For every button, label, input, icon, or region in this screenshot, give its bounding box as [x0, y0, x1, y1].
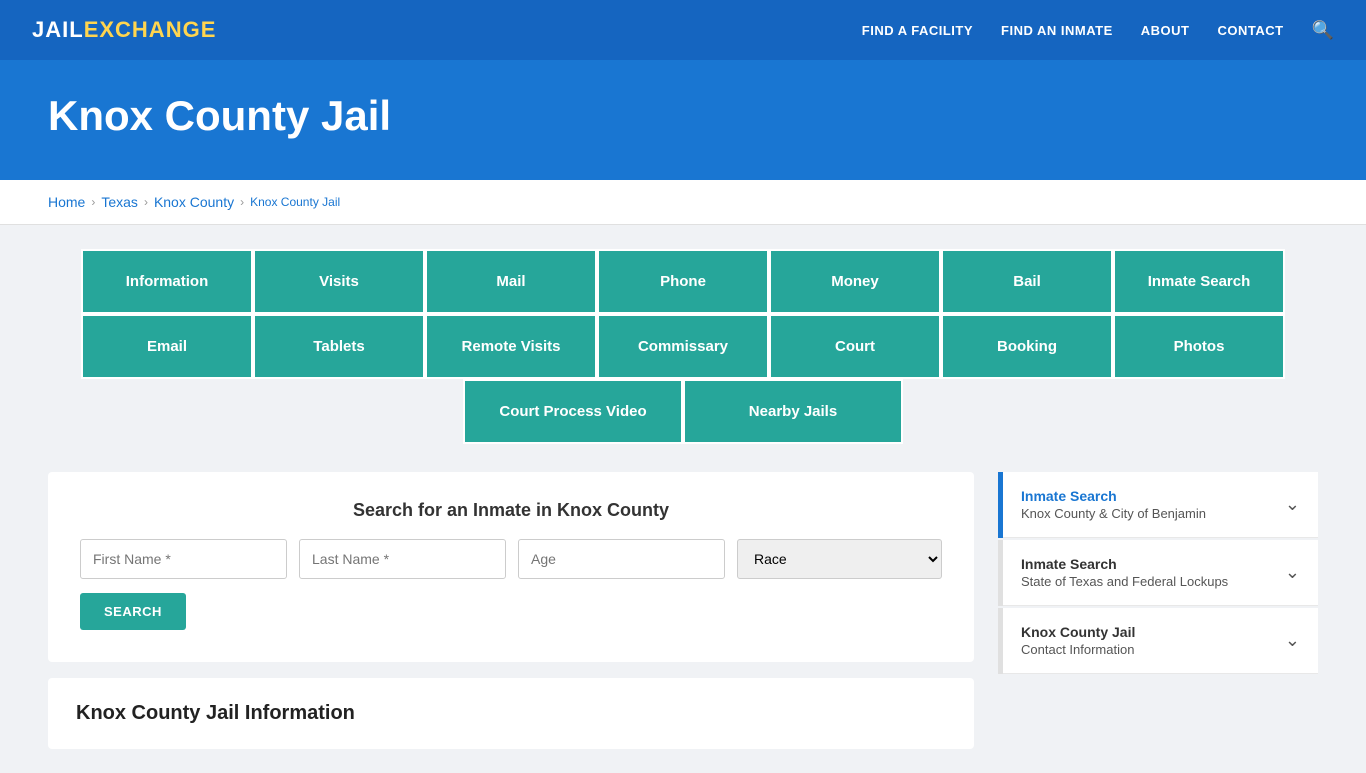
btn-photos[interactable]: Photos — [1113, 314, 1285, 379]
btn-court[interactable]: Court — [769, 314, 941, 379]
btn-money[interactable]: Money — [769, 249, 941, 314]
btn-phone[interactable]: Phone — [597, 249, 769, 314]
btn-mail[interactable]: Mail — [425, 249, 597, 314]
breadcrumb-current: Knox County Jail — [250, 195, 340, 209]
sidebar-card-contact-info: Knox County Jail Contact Information ⌄ — [998, 608, 1318, 674]
btn-row-2: Email Tablets Remote Visits Commissary C… — [48, 314, 1318, 379]
logo[interactable]: JAILEXCHANGE — [32, 17, 216, 43]
nav-links: FIND A FACILITY FIND AN INMATE ABOUT CON… — [862, 20, 1334, 41]
breadcrumb-sep-3: › — [240, 195, 244, 209]
inmate-search-box: Search for an Inmate in Knox County Race… — [48, 472, 974, 662]
btn-inmate-search[interactable]: Inmate Search — [1113, 249, 1285, 314]
search-icon[interactable]: 🔍 — [1312, 20, 1334, 41]
btn-information[interactable]: Information — [81, 249, 253, 314]
last-name-input[interactable] — [299, 539, 506, 579]
nav-find-inmate[interactable]: FIND AN INMATE — [1001, 23, 1113, 38]
btn-visits[interactable]: Visits — [253, 249, 425, 314]
sidebar-card-subtitle-knox: Knox County & City of Benjamin — [1021, 506, 1206, 521]
chevron-down-icon: ⌄ — [1285, 494, 1300, 515]
left-panel: Search for an Inmate in Knox County Race… — [48, 472, 974, 749]
btn-row-3: Court Process Video Nearby Jails — [48, 379, 1318, 444]
btn-nearby-jails[interactable]: Nearby Jails — [683, 379, 903, 444]
btn-email[interactable]: Email — [81, 314, 253, 379]
chevron-down-icon-2: ⌄ — [1285, 562, 1300, 583]
sidebar-card-title-knox: Inmate Search — [1021, 488, 1206, 504]
btn-commissary[interactable]: Commissary — [597, 314, 769, 379]
btn-court-process-video[interactable]: Court Process Video — [463, 379, 683, 444]
breadcrumb-home[interactable]: Home — [48, 194, 85, 210]
sidebar-card-title-contact: Knox County Jail — [1021, 624, 1135, 640]
sidebar-card-title-texas: Inmate Search — [1021, 556, 1228, 572]
first-name-input[interactable] — [80, 539, 287, 579]
breadcrumb-texas[interactable]: Texas — [101, 194, 138, 210]
sidebar-card-header-contact[interactable]: Knox County Jail Contact Information ⌄ — [1003, 608, 1318, 674]
btn-booking[interactable]: Booking — [941, 314, 1113, 379]
nav-contact[interactable]: CONTACT — [1217, 23, 1283, 38]
sidebar-card-header-knox[interactable]: Inmate Search Knox County & City of Benj… — [1003, 472, 1318, 538]
chevron-down-icon-3: ⌄ — [1285, 630, 1300, 651]
age-input[interactable] — [518, 539, 725, 579]
search-button[interactable]: SEARCH — [80, 593, 186, 630]
info-section: Knox County Jail Information — [48, 678, 974, 749]
btn-tablets[interactable]: Tablets — [253, 314, 425, 379]
breadcrumb: Home › Texas › Knox County › Knox County… — [0, 180, 1366, 225]
hero-section: Knox County Jail — [0, 60, 1366, 180]
navbar: JAILEXCHANGE FIND A FACILITY FIND AN INM… — [0, 0, 1366, 60]
sidebar-card-text-texas: Inmate Search State of Texas and Federal… — [1021, 556, 1228, 589]
main-content: Information Visits Mail Phone Money Bail… — [0, 225, 1366, 773]
logo-exchange: EXCHANGE — [84, 17, 217, 43]
race-select[interactable]: Race White Black Hispanic Asian Native A… — [737, 539, 942, 579]
nav-find-facility[interactable]: FIND A FACILITY — [862, 23, 973, 38]
logo-jail: JAIL — [32, 17, 84, 43]
btn-bail[interactable]: Bail — [941, 249, 1113, 314]
info-title: Knox County Jail Information — [76, 702, 946, 725]
breadcrumb-sep-2: › — [144, 195, 148, 209]
breadcrumb-sep-1: › — [91, 195, 95, 209]
sidebar-card-subtitle-texas: State of Texas and Federal Lockups — [1021, 574, 1228, 589]
sidebar-card-inmate-search-texas: Inmate Search State of Texas and Federal… — [998, 540, 1318, 606]
breadcrumb-knox-county[interactable]: Knox County — [154, 194, 234, 210]
sidebar-card-subtitle-contact: Contact Information — [1021, 642, 1135, 657]
right-sidebar: Inmate Search Knox County & City of Benj… — [998, 472, 1318, 676]
content-area: Search for an Inmate in Knox County Race… — [48, 472, 1318, 749]
sidebar-card-text-knox: Inmate Search Knox County & City of Benj… — [1021, 488, 1206, 521]
search-fields: Race White Black Hispanic Asian Native A… — [80, 539, 942, 579]
nav-button-grid: Information Visits Mail Phone Money Bail… — [48, 249, 1318, 444]
sidebar-card-text-contact: Knox County Jail Contact Information — [1021, 624, 1135, 657]
sidebar-card-header-texas[interactable]: Inmate Search State of Texas and Federal… — [1003, 540, 1318, 606]
sidebar-card-inmate-search-knox: Inmate Search Knox County & City of Benj… — [998, 472, 1318, 538]
btn-remote-visits[interactable]: Remote Visits — [425, 314, 597, 379]
btn-row-1: Information Visits Mail Phone Money Bail… — [48, 249, 1318, 314]
page-title: Knox County Jail — [48, 92, 1318, 140]
search-title: Search for an Inmate in Knox County — [80, 500, 942, 521]
nav-about[interactable]: ABOUT — [1141, 23, 1190, 38]
